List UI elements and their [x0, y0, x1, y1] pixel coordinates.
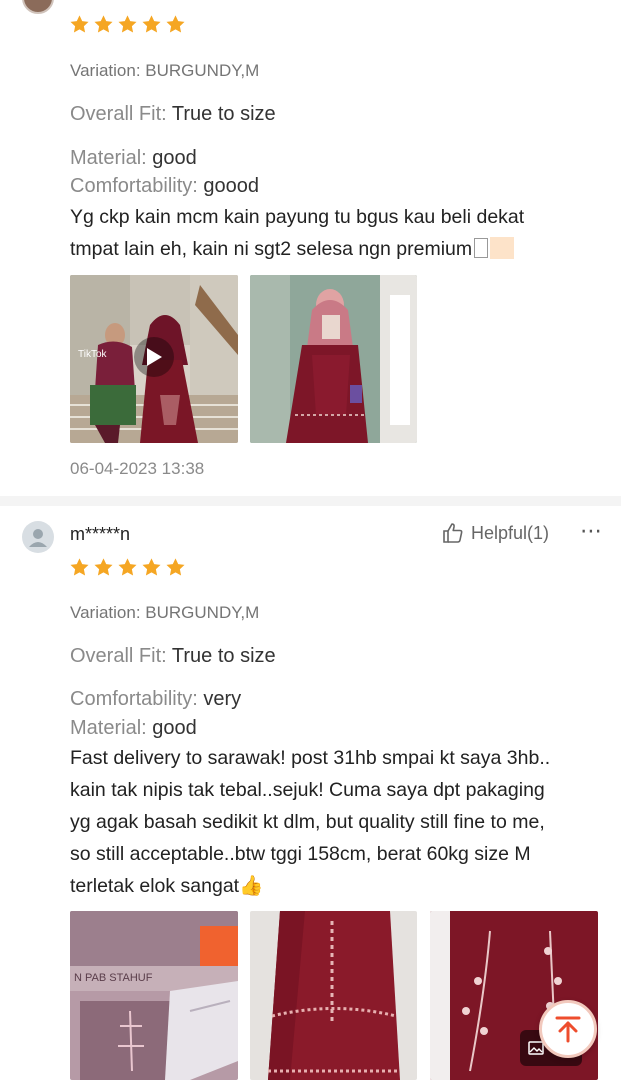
review-divider: [0, 496, 621, 506]
variation-text: Variation: BURGUNDY,M: [70, 603, 260, 622]
star-icon: [117, 14, 138, 35]
review-body-line: kain tak nipis tak tebal..sejuk! Cuma sa…: [70, 779, 545, 801]
review-photo[interactable]: [250, 911, 417, 1080]
back-to-top-button[interactable]: [539, 1000, 597, 1058]
attr-value: good: [152, 717, 197, 739]
star-icon: [69, 14, 90, 35]
thumbs-up-icon: [443, 523, 463, 543]
attr-label: Material:: [70, 147, 147, 169]
svg-text:N PAB STAHUF: N PAB STAHUF: [74, 972, 153, 984]
attr-label: Comfortability:: [70, 175, 198, 197]
variation-text: Variation: BURGUNDY,M: [70, 61, 260, 80]
fit-label: Overall Fit:: [70, 645, 167, 667]
review-video-thumbnail[interactable]: TikTok: [70, 275, 238, 443]
user-icon: [29, 529, 47, 547]
review-body-line: Yg ckp kain mcm kain payung tu bgus kau …: [70, 206, 525, 228]
star-icon: [141, 557, 162, 578]
fit-label: Overall Fit:: [70, 103, 167, 125]
reviewer-avatar[interactable]: [22, 0, 54, 14]
fit-value: True to size: [171, 103, 276, 125]
review-body: Fast delivery to sarawak! post 31hb smpa…: [70, 742, 615, 902]
attribute-material: Material: good: [70, 144, 197, 172]
helpful-button[interactable]: Helpful(1): [441, 521, 549, 545]
star-icon: [93, 557, 114, 578]
star-icon: [165, 557, 186, 578]
attr-value: goood: [203, 175, 259, 197]
review-body-line: so still acceptable..btw tggi 158cm, ber…: [70, 843, 531, 865]
star-icon: [141, 14, 162, 35]
attribute-material: Material: good: [70, 714, 197, 742]
reviewer-avatar[interactable]: [22, 521, 54, 553]
reviewer-username[interactable]: m*****n: [70, 524, 130, 545]
review-body-line: tmpat lain eh, kain ni sgt2 selesa ngn p…: [70, 233, 610, 265]
attr-value: good: [152, 147, 197, 169]
more-options-button[interactable]: ⋯: [580, 518, 603, 544]
review-date: 06-04-2023 13:38: [70, 459, 205, 478]
star-icon: [69, 557, 90, 578]
star-icon: [117, 557, 138, 578]
helpful-count: Helpful(1): [471, 522, 550, 543]
attr-label: Material:: [70, 717, 147, 739]
review-photo[interactable]: [250, 275, 417, 443]
attr-value: very: [203, 688, 242, 710]
fit-value: True to size: [171, 645, 276, 667]
play-icon[interactable]: [134, 337, 174, 377]
star-icon: [93, 14, 114, 35]
attr-label: Comfortability:: [70, 688, 198, 710]
review-body: Yg ckp kain mcm kain payung tu bgus kau …: [70, 201, 610, 265]
tiktok-watermark: TikTok: [78, 349, 108, 360]
review-body-line: Fast delivery to sarawak! post 31hb smpa…: [70, 747, 551, 769]
review-photo[interactable]: N PAB STAHUF: [70, 911, 238, 1080]
attribute-comfortability: Comfortability: very: [70, 685, 241, 713]
review-body-line: terletak elok sangat👍: [70, 875, 264, 897]
star-icon: [165, 14, 186, 35]
attribute-comfortability: Comfortability: goood: [70, 172, 259, 200]
overall-fit: Overall Fit: True to size: [70, 100, 276, 128]
overall-fit: Overall Fit: True to size: [70, 642, 276, 670]
review-body-line: yg agak basah sedikit kt dlm, but qualit…: [70, 811, 545, 833]
arrow-up-to-top-icon: [555, 1016, 581, 1043]
